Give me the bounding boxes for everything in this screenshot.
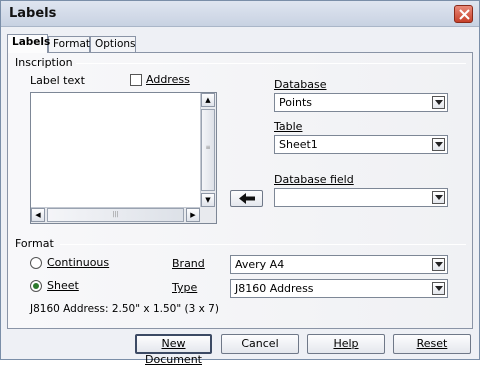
continuous-radio[interactable] — [30, 257, 42, 269]
type-dropdown-value: J8160 Address — [235, 282, 314, 295]
brand-dropdown-value: Avery A4 — [235, 258, 285, 271]
labels-dialog: Labels Labels Format Options Inscription… — [0, 0, 480, 366]
left-arrow-icon — [238, 193, 255, 204]
database-label: Database — [274, 78, 327, 91]
scrollbar-corner — [200, 207, 216, 223]
radio-selected-dot — [33, 283, 39, 289]
inscription-group-label: Inscription — [15, 56, 73, 69]
format-separator — [60, 244, 466, 245]
sheet-radio-label: Sheet — [47, 279, 79, 292]
label-text-label: Label text — [30, 74, 85, 87]
scroll-left-button[interactable]: ◀ — [31, 208, 45, 222]
label-text-vertical-scrollbar[interactable]: ▲ ≡ ▼ — [200, 93, 216, 207]
brand-dropdown[interactable]: Avery A4 — [230, 255, 448, 274]
dialog-title: Labels — [9, 6, 57, 21]
tab-format[interactable]: Format — [48, 36, 90, 52]
table-dropdown-value: Sheet1 — [279, 138, 318, 151]
inscription-separator — [76, 63, 466, 64]
type-label: Type — [172, 281, 198, 294]
scroll-down-button[interactable]: ▼ — [201, 193, 215, 207]
close-icon — [459, 9, 470, 20]
vertical-scroll-thumb[interactable]: ≡ — [201, 109, 215, 191]
insert-field-button[interactable] — [230, 190, 263, 207]
database-dropdown[interactable]: Points — [274, 93, 448, 112]
table-dropdown[interactable]: Sheet1 — [274, 135, 448, 154]
brand-label: Brand — [172, 257, 205, 270]
format-group-label: Format — [15, 237, 54, 250]
dropdown-arrow-icon[interactable] — [432, 282, 445, 295]
horizontal-scroll-thumb[interactable]: ||| — [47, 208, 184, 222]
label-text-area[interactable]: ▲ ≡ ▼ ◀ ||| ▶ — [30, 92, 217, 224]
label-format-info: J8160 Address: 2.50" x 1.50" (3 x 7) — [30, 303, 219, 315]
dropdown-arrow-icon[interactable] — [432, 138, 445, 151]
database-dropdown-value: Points — [279, 96, 313, 109]
thumb-grip-icon: ≡ — [205, 144, 211, 151]
address-checkbox[interactable] — [130, 74, 142, 86]
close-button[interactable] — [454, 5, 473, 23]
reset-button[interactable]: Reset — [393, 334, 471, 354]
continuous-radio-label: Continuous — [47, 256, 110, 269]
help-button[interactable]: Help — [307, 334, 385, 354]
tab-labels[interactable]: Labels — [7, 34, 50, 53]
scroll-up-button[interactable]: ▲ — [201, 93, 215, 107]
tab-options[interactable]: Options — [90, 36, 136, 52]
thumb-grip-icon: ||| — [112, 211, 119, 218]
cancel-button[interactable]: Cancel — [221, 334, 299, 354]
database-field-dropdown[interactable] — [274, 188, 448, 207]
labels-tab-panel: Inscription Label text Address ▲ ≡ ▼ ◀ |… — [7, 52, 473, 329]
dropdown-arrow-icon[interactable] — [432, 258, 445, 271]
address-checkbox-label: Address — [146, 73, 190, 86]
dropdown-arrow-icon[interactable] — [432, 96, 445, 109]
table-label: Table — [274, 120, 303, 133]
sheet-radio[interactable] — [30, 280, 42, 292]
scroll-right-button[interactable]: ▶ — [186, 208, 200, 222]
title-bar: Labels — [1, 1, 479, 27]
label-text-horizontal-scrollbar[interactable]: ◀ ||| ▶ — [31, 207, 200, 223]
new-document-button[interactable]: New Document — [135, 334, 212, 366]
dropdown-arrow-icon[interactable] — [432, 191, 445, 204]
database-field-label: Database field — [274, 173, 354, 186]
type-dropdown[interactable]: J8160 Address — [230, 279, 448, 298]
